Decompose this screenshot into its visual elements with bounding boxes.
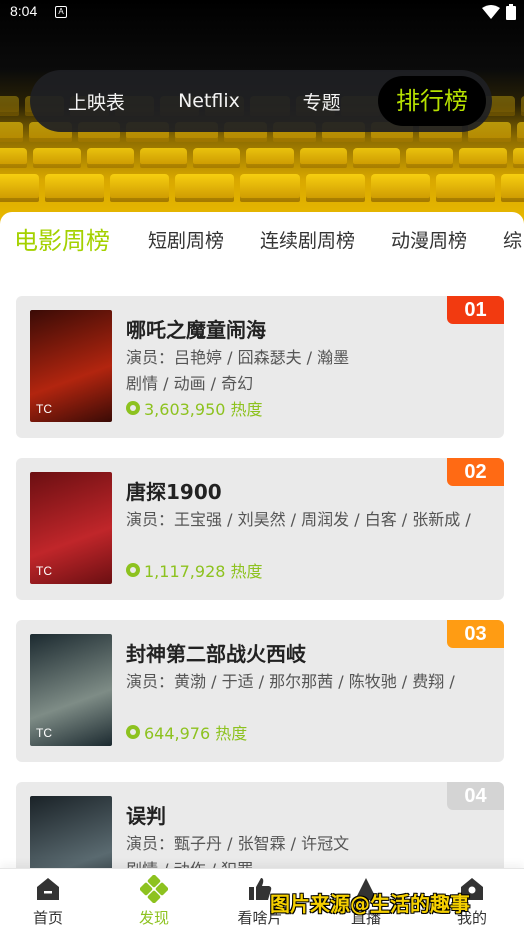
watermark-text: 图片来源@生活的趣事 xyxy=(270,892,470,916)
rank-badge: 01 xyxy=(447,296,504,324)
tab-series-weekly[interactable]: 连续剧周榜 xyxy=(260,225,355,257)
rank-badge: 02 xyxy=(447,458,504,486)
movie-actors: 演员：王宝强 / 刘昊然 / 周润发 / 白客 / 张新成 / xyxy=(126,510,471,529)
rank-badge: 03 xyxy=(447,620,504,648)
category-tabs: 电影周榜 短剧周榜 连续剧周榜 动漫周榜 综 xyxy=(0,225,524,261)
rank-badge: 04 xyxy=(447,782,504,810)
topnav-tab-ranking[interactable]: 排行榜 xyxy=(378,76,487,126)
bottom-nav-discover[interactable]: 发现 xyxy=(114,875,194,928)
heat-value: 644,976 热度 xyxy=(144,724,248,743)
heat-indicator: 3,603,950 热度 xyxy=(126,396,263,420)
list-item[interactable]: TC 02 唐探1900 演员：王宝强 / 刘昊然 / 周润发 / 白客 / 张… xyxy=(16,458,504,600)
top-nav: 上映表 Netflix 专题 排行榜 xyxy=(30,70,492,132)
quality-badge: TC xyxy=(36,564,52,578)
movie-genre: 剧情 / 动画 / 奇幻 xyxy=(126,374,254,393)
quality-badge: TC xyxy=(36,402,52,416)
movie-actors: 演员：甄子丹 / 张智霖 / 许冠文 xyxy=(126,834,350,853)
bottom-nav-home[interactable]: 首页 xyxy=(8,875,88,928)
bottom-nav-label: 发现 xyxy=(138,909,169,927)
topnav-tab-schedule[interactable]: 上映表 xyxy=(40,88,153,115)
quality-badge: TC xyxy=(36,726,52,740)
heat-indicator: 644,976 热度 xyxy=(126,720,247,744)
status-time: 8:04 xyxy=(10,3,38,19)
battery-icon xyxy=(506,4,516,20)
list-item[interactable]: TC 03 封神第二部战火西岐 演员：黄渤 / 于适 / 那尔那茜 / 陈牧驰 … xyxy=(16,620,504,762)
home-icon xyxy=(37,878,59,900)
list-item[interactable]: TC 01 哪吒之魔童闹海 演员：吕艳婷 / 囧森瑟夫 / 瀚墨 剧情 / 动画… xyxy=(16,296,504,438)
tab-variety-weekly[interactable]: 综 xyxy=(503,225,522,257)
status-bar: 8:04 A xyxy=(0,0,524,24)
topnav-tab-topics[interactable]: 专题 xyxy=(265,88,378,115)
heat-indicator: 1,117,928 热度 xyxy=(126,558,263,582)
heat-value: 3,603,950 热度 xyxy=(144,400,263,419)
movie-poster: TC xyxy=(30,310,112,422)
bottom-nav-label: 首页 xyxy=(32,909,63,927)
movie-poster: TC xyxy=(30,472,112,584)
movie-title: 哪吒之魔童闹海 xyxy=(126,318,266,342)
tab-movie-weekly[interactable]: 电影周榜 xyxy=(14,225,110,257)
movie-title: 封神第二部战火西岐 xyxy=(126,642,306,666)
heat-icon xyxy=(126,401,140,415)
movie-actors: 演员：黄渤 / 于适 / 那尔那茜 / 陈牧驰 / 费翔 / xyxy=(126,672,455,691)
movie-actors: 演员：吕艳婷 / 囧森瑟夫 / 瀚墨 xyxy=(126,348,350,367)
tab-short-drama-weekly[interactable]: 短剧周榜 xyxy=(148,225,224,257)
discover-icon xyxy=(140,875,168,903)
movie-poster: TC xyxy=(30,634,112,746)
wifi-icon xyxy=(482,5,500,19)
heat-icon xyxy=(126,725,140,739)
notification-icon: A xyxy=(55,6,67,18)
movie-title: 误判 xyxy=(126,804,166,828)
heat-value: 1,117,928 热度 xyxy=(144,562,263,581)
movie-title: 唐探1900 xyxy=(126,480,222,504)
tab-anime-weekly[interactable]: 动漫周榜 xyxy=(391,225,467,257)
topnav-tab-netflix[interactable]: Netflix xyxy=(153,90,266,112)
heat-icon xyxy=(126,563,140,577)
